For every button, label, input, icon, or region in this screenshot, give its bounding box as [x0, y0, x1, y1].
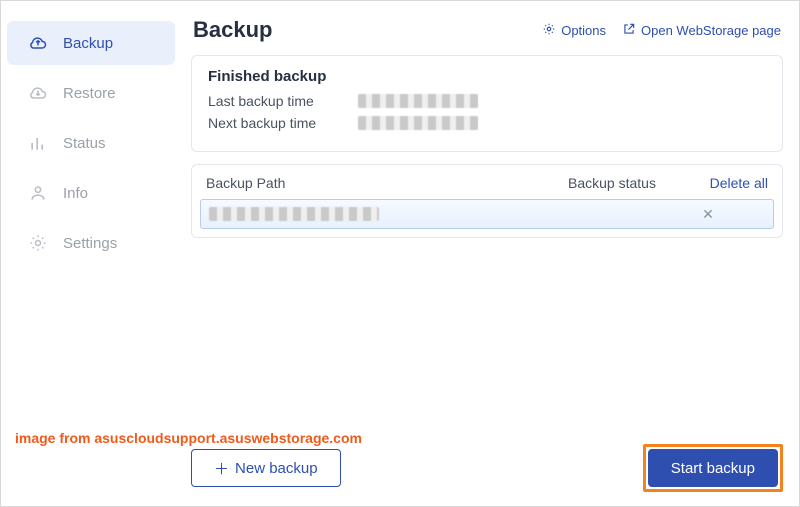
footer-actions: ＋ New backup Start backup	[191, 444, 783, 492]
sidebar-item-label: Info	[63, 185, 88, 202]
col-path-header: Backup Path	[206, 175, 568, 191]
next-backup-row: Next backup time	[208, 115, 766, 131]
new-backup-label: New backup	[235, 460, 318, 477]
last-backup-row: Last backup time	[208, 93, 766, 109]
cloud-download-icon	[27, 82, 49, 104]
last-backup-value-redacted	[358, 94, 478, 108]
backup-path-table: Backup Path Backup status Delete all ✕	[191, 164, 783, 238]
sidebar-item-status[interactable]: Status	[7, 121, 175, 165]
external-link-icon	[622, 22, 636, 39]
open-webstorage-link[interactable]: Open WebStorage page	[622, 22, 781, 39]
sidebar-item-label: Settings	[63, 235, 117, 252]
start-backup-highlight: Start backup	[643, 444, 783, 492]
sidebar-item-label: Restore	[63, 85, 116, 102]
col-status-header: Backup status	[568, 175, 688, 191]
sidebar-item-info[interactable]: Info	[7, 171, 175, 215]
last-backup-label: Last backup time	[208, 93, 358, 109]
table-header: Backup Path Backup status Delete all	[192, 165, 782, 199]
next-backup-label: Next backup time	[208, 115, 358, 131]
finished-backup-title: Finished backup	[208, 68, 766, 85]
backup-path-row[interactable]: ✕	[200, 199, 774, 229]
page-title: Backup	[193, 17, 272, 43]
sidebar-item-label: Status	[63, 135, 106, 152]
gear-icon	[27, 232, 49, 254]
backup-path-value	[209, 207, 699, 221]
backup-path-redacted	[209, 207, 379, 221]
header: Backup Options Open WebSto	[191, 13, 783, 55]
cloud-upload-icon	[27, 32, 49, 54]
sidebar-item-label: Backup	[63, 35, 113, 52]
start-backup-button[interactable]: Start backup	[648, 449, 778, 487]
finished-backup-card: Finished backup Last backup time Next ba…	[191, 55, 783, 152]
remove-path-button[interactable]: ✕	[699, 206, 717, 223]
delete-all-link[interactable]: Delete all	[688, 175, 768, 191]
close-icon: ✕	[702, 206, 714, 222]
gear-icon	[542, 22, 556, 39]
next-backup-value-redacted	[358, 116, 478, 130]
new-backup-button[interactable]: ＋ New backup	[191, 449, 341, 487]
sidebar-item-backup[interactable]: Backup	[7, 21, 175, 65]
sidebar-item-settings[interactable]: Settings	[7, 221, 175, 265]
plus-icon: ＋	[214, 458, 229, 479]
open-webstorage-label: Open WebStorage page	[641, 23, 781, 38]
header-actions: Options Open WebStorage page	[542, 22, 781, 39]
bar-chart-icon	[27, 132, 49, 154]
user-icon	[27, 182, 49, 204]
sidebar-item-restore[interactable]: Restore	[7, 71, 175, 115]
options-link[interactable]: Options	[542, 22, 606, 39]
options-label: Options	[561, 23, 606, 38]
